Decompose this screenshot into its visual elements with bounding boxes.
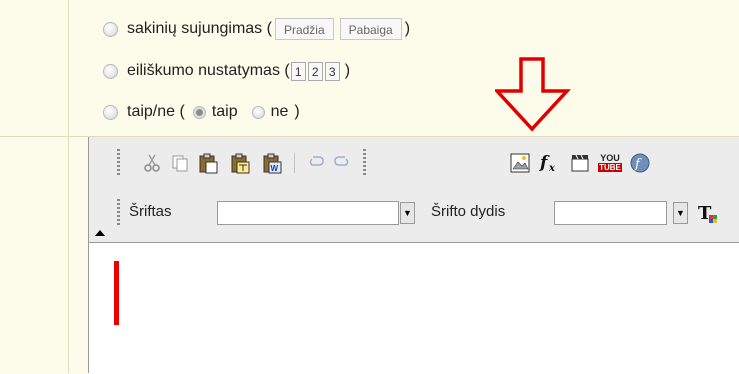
- text-color-icon[interactable]: T: [695, 200, 721, 226]
- radio-yes-no[interactable]: [103, 104, 118, 120]
- option-sentence-join: sakinių sujungimas ( Pradžia Pabaiga ): [103, 18, 410, 40]
- font-label: Šriftas: [129, 203, 172, 220]
- video-icon[interactable]: [567, 150, 593, 176]
- image-icon[interactable]: [507, 150, 533, 176]
- option-label: taip/ne (: [127, 103, 185, 120]
- size-label: Šrifto dydis: [431, 203, 506, 220]
- radio-sentence-join[interactable]: [103, 21, 118, 37]
- radio-yes[interactable]: [192, 105, 206, 119]
- text-caret: [114, 261, 119, 325]
- toolbar-separator: [294, 153, 295, 173]
- svg-text:x: x: [548, 163, 556, 174]
- editor-toolbar: W fx YOU TUBE f Šriftas ▼ Šrifto dydis ▼…: [89, 137, 739, 242]
- choice-yes-label: taip: [211, 103, 238, 120]
- paren-close: ): [404, 20, 411, 37]
- undo-icon[interactable]: [303, 150, 329, 176]
- font-dropdown-arrow[interactable]: ▼: [400, 202, 415, 224]
- paste-icon[interactable]: [195, 150, 221, 176]
- option-ordering: eiliškumo nustatymas ( 1 2 3 ): [103, 60, 350, 82]
- paste-text-icon[interactable]: [227, 150, 253, 176]
- paren-close: ): [294, 103, 300, 120]
- size-select[interactable]: [554, 201, 667, 225]
- order-number-2[interactable]: 2: [307, 61, 323, 81]
- start-field[interactable]: Pradžia: [274, 18, 334, 40]
- rich-text-editor: W fx YOU TUBE f Šriftas ▼ Šrifto dydis ▼…: [88, 137, 739, 374]
- cut-icon[interactable]: [139, 150, 165, 176]
- flash-icon[interactable]: f: [627, 150, 653, 176]
- paste-word-icon[interactable]: W: [259, 150, 285, 176]
- youtube-top-text: YOU: [600, 153, 620, 163]
- editor-content-area[interactable]: [89, 242, 739, 374]
- svg-text:W: W: [271, 164, 279, 173]
- font-select[interactable]: [217, 201, 399, 225]
- annotation-arrow: [495, 57, 571, 132]
- radio-ordering[interactable]: [103, 63, 118, 79]
- order-number-3[interactable]: 3: [324, 61, 340, 81]
- left-margin-column: [0, 0, 69, 373]
- toolbar-grip[interactable]: [117, 149, 120, 177]
- toolbar-grip[interactable]: [117, 199, 120, 227]
- option-yes-no: taip/ne ( taip ne ): [103, 101, 300, 123]
- choice-no-label: ne: [270, 103, 289, 120]
- option-label: sakinių sujungimas (: [127, 20, 272, 37]
- copy-icon[interactable]: [167, 150, 193, 176]
- youtube-bottom-text: TUBE: [598, 163, 622, 172]
- formula-icon[interactable]: fx: [537, 150, 563, 176]
- redo-icon[interactable]: [329, 150, 355, 176]
- end-field[interactable]: Pabaiga: [339, 18, 402, 40]
- option-label: eiliškumo nustatymas (: [127, 62, 290, 79]
- order-number-1[interactable]: 1: [290, 61, 306, 81]
- toolbar-collapse-icon[interactable]: [95, 230, 105, 236]
- toolbar-grip[interactable]: [363, 149, 366, 177]
- size-dropdown-arrow[interactable]: ▼: [673, 202, 688, 224]
- paren-close: ): [344, 62, 351, 79]
- youtube-icon[interactable]: YOU TUBE: [597, 150, 623, 176]
- radio-no[interactable]: [251, 105, 265, 119]
